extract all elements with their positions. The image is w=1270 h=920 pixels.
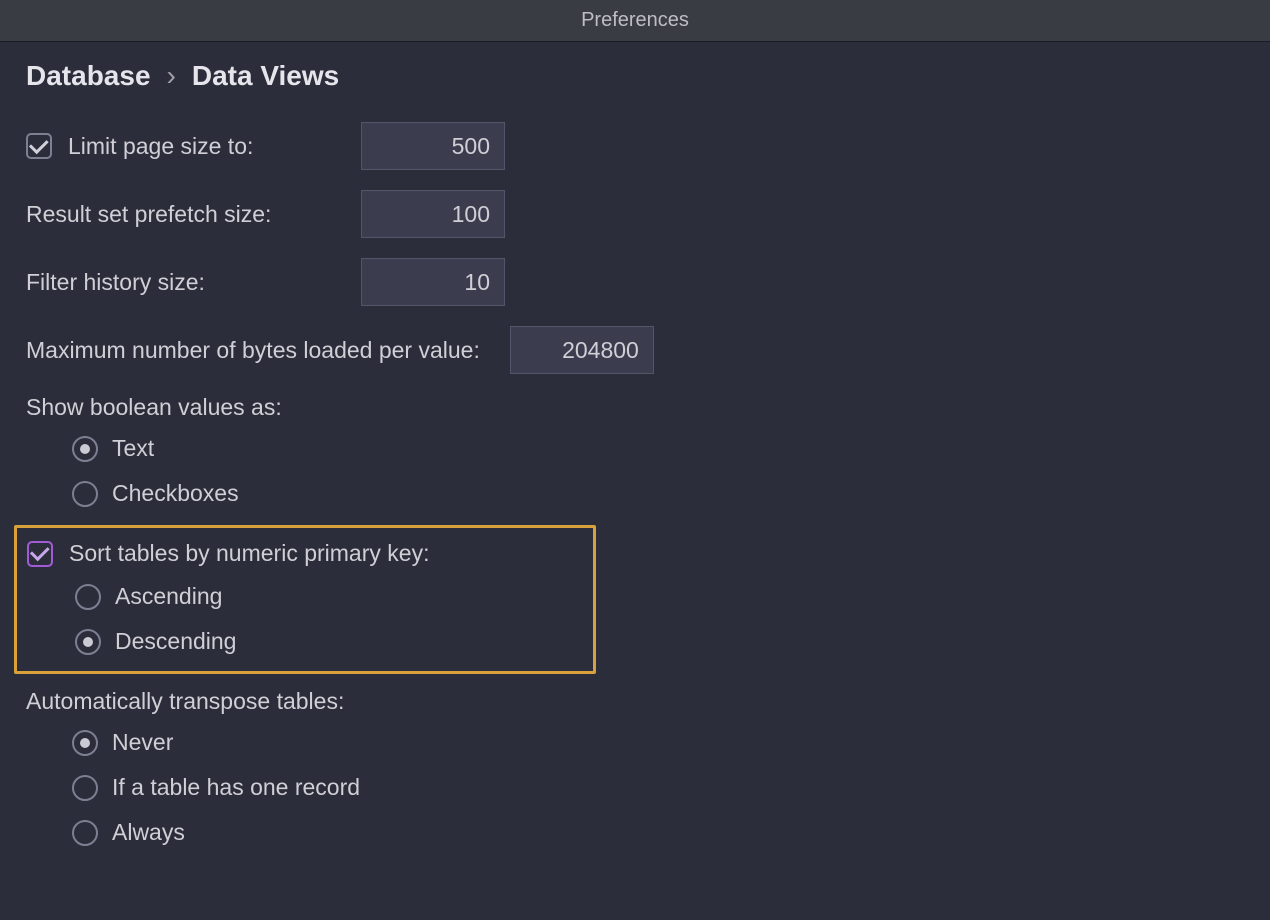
preferences-content: Database › Data Views Limit page size to… — [0, 42, 1270, 882]
radio-label: Checkboxes — [112, 480, 239, 507]
transpose-label: Automatically transpose tables: — [26, 688, 1244, 715]
transpose-never[interactable]: Never — [72, 729, 1244, 756]
sort-primary-key-group: Sort tables by numeric primary key: Asce… — [14, 525, 596, 674]
sort-descending[interactable]: Descending — [75, 628, 583, 655]
max-bytes-label: Maximum number of bytes loaded per value… — [26, 337, 480, 364]
max-bytes-input[interactable] — [510, 326, 654, 374]
window-title: Preferences — [581, 9, 689, 32]
boolean-display-label: Show boolean values as: — [26, 394, 1244, 421]
sort-primary-key-checkbox[interactable] — [27, 541, 53, 567]
radio-label: Text — [112, 435, 154, 462]
radio-icon — [75, 584, 101, 610]
boolean-display-options: Text Checkboxes — [26, 435, 1244, 507]
prefetch-size-row: Result set prefetch size: — [26, 190, 1244, 238]
sort-primary-key-label: Sort tables by numeric primary key: — [69, 540, 429, 567]
radio-label: Never — [112, 729, 173, 756]
window-titlebar: Preferences — [0, 0, 1270, 42]
filter-history-label: Filter history size: — [26, 269, 205, 296]
radio-label: Ascending — [115, 583, 222, 610]
breadcrumb-parent[interactable]: Database — [26, 60, 151, 92]
radio-label: Descending — [115, 628, 236, 655]
limit-page-size-input[interactable] — [361, 122, 505, 170]
radio-icon — [72, 481, 98, 507]
transpose-options: Never If a table has one record Always — [26, 729, 1244, 846]
breadcrumb-current: Data Views — [192, 60, 339, 92]
radio-icon — [72, 775, 98, 801]
boolean-display-text[interactable]: Text — [72, 435, 1244, 462]
radio-icon — [75, 629, 101, 655]
filter-history-input[interactable] — [361, 258, 505, 306]
radio-icon — [72, 820, 98, 846]
limit-page-size-label: Limit page size to: — [68, 133, 253, 160]
chevron-right-icon: › — [167, 60, 176, 92]
prefetch-size-input[interactable] — [361, 190, 505, 238]
limit-page-size-checkbox[interactable] — [26, 133, 52, 159]
sort-ascending[interactable]: Ascending — [75, 583, 583, 610]
breadcrumb: Database › Data Views — [26, 60, 1244, 92]
boolean-display-checkboxes[interactable]: Checkboxes — [72, 480, 1244, 507]
radio-label: Always — [112, 819, 185, 846]
transpose-one-record[interactable]: If a table has one record — [72, 774, 1244, 801]
radio-icon — [72, 436, 98, 462]
sort-primary-key-options: Ascending Descending — [27, 583, 583, 655]
radio-icon — [72, 730, 98, 756]
prefetch-size-label: Result set prefetch size: — [26, 201, 271, 228]
filter-history-row: Filter history size: — [26, 258, 1244, 306]
limit-page-size-row: Limit page size to: — [26, 122, 1244, 170]
radio-label: If a table has one record — [112, 774, 360, 801]
max-bytes-row: Maximum number of bytes loaded per value… — [26, 326, 1244, 374]
transpose-always[interactable]: Always — [72, 819, 1244, 846]
